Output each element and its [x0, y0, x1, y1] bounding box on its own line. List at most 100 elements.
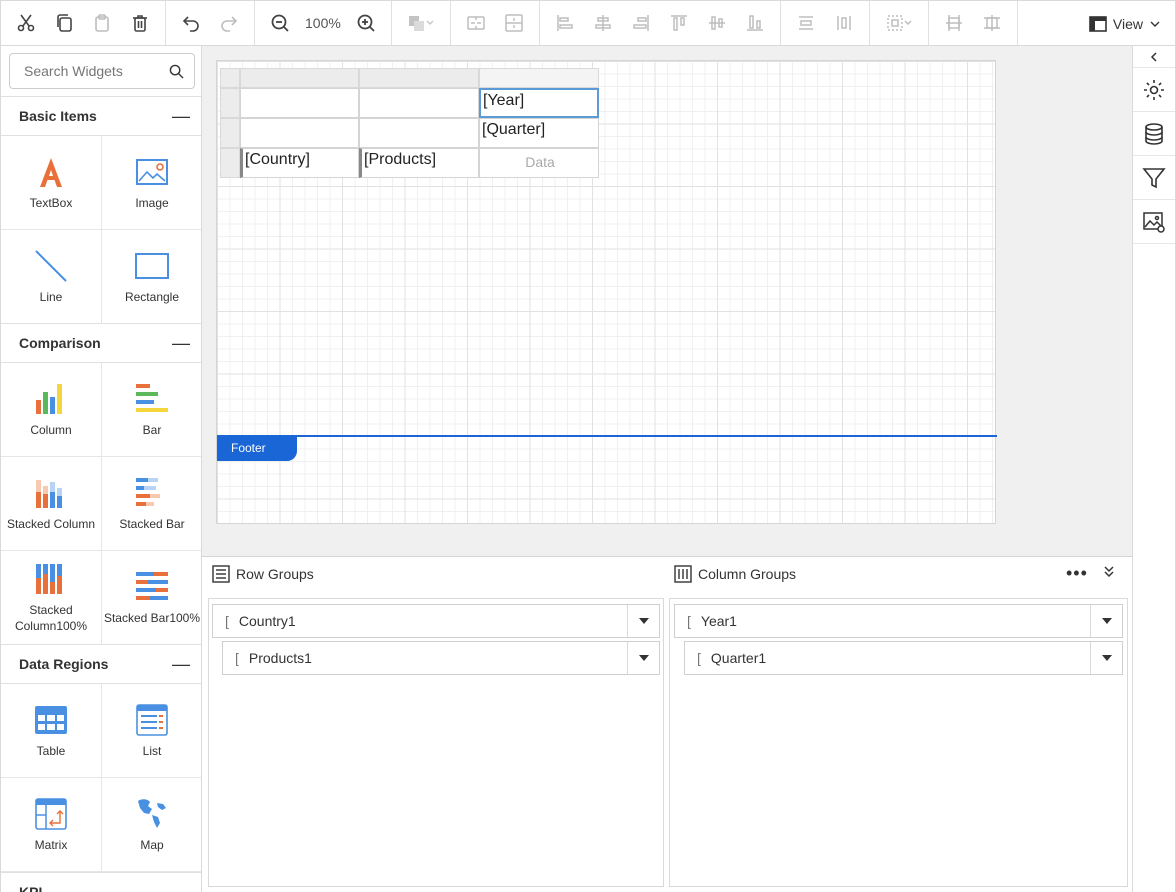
undo-icon — [182, 16, 199, 32]
redo-button[interactable] — [210, 1, 248, 45]
corner-cell[interactable] — [359, 88, 479, 118]
zoom-out-button[interactable] — [261, 1, 299, 45]
zoom-in-button[interactable] — [347, 1, 385, 45]
footer-divider[interactable] — [217, 435, 997, 437]
caret-down-icon — [638, 618, 649, 624]
delete-button[interactable] — [121, 1, 159, 45]
group-dropdown-button[interactable] — [1090, 642, 1122, 674]
corner-cell[interactable] — [359, 118, 479, 148]
center-vertical-button[interactable] — [973, 1, 1011, 45]
undo-button[interactable] — [172, 1, 210, 45]
row-group-handle[interactable] — [220, 148, 240, 178]
corner-cell[interactable] — [240, 118, 359, 148]
zoom-level[interactable]: 100% — [299, 15, 347, 31]
filter-button[interactable] — [1133, 156, 1175, 200]
widget-stacked-column[interactable]: Stacked Column — [1, 457, 102, 551]
widget-column[interactable]: Column — [1, 363, 102, 457]
matrix-corner-handle[interactable] — [220, 68, 240, 88]
year-cell[interactable]: [Year] — [479, 88, 599, 118]
collapse-icon[interactable]: — — [172, 333, 190, 354]
column-handle[interactable] — [359, 68, 479, 88]
group-dropdown-button[interactable] — [627, 605, 659, 637]
search-icon[interactable] — [169, 64, 184, 79]
align-center-button[interactable] — [584, 1, 622, 45]
image-manager-button[interactable] — [1133, 200, 1175, 244]
merge-icon — [467, 16, 485, 30]
widget-stacked-column100[interactable]: Stacked Column100% — [1, 551, 102, 645]
group-dropdown-button[interactable] — [1090, 605, 1122, 637]
column-group-item[interactable]: [ Year1 — [674, 604, 1123, 638]
fill-color-button[interactable] — [398, 1, 444, 45]
row-handle[interactable] — [220, 118, 240, 148]
split-button[interactable] — [495, 1, 533, 45]
redo-icon — [221, 16, 238, 32]
comparison-grid: Column Bar Stacked Column Stacked Bar St… — [1, 363, 201, 645]
widget-stacked-bar[interactable]: Stacked Bar — [102, 457, 201, 551]
corner-cell[interactable] — [240, 88, 359, 118]
country-cell[interactable]: [Country] — [240, 148, 359, 178]
section-comparison[interactable]: Comparison — — [1, 323, 201, 363]
map-icon — [138, 798, 166, 828]
paste-icon — [95, 14, 109, 32]
align-left-button[interactable] — [546, 1, 584, 45]
widget-table[interactable]: Table — [1, 684, 102, 778]
search-input[interactable] — [24, 63, 154, 79]
sizing-button[interactable] — [876, 1, 922, 45]
widget-label: Stacked Bar — [119, 516, 185, 531]
column-handle[interactable] — [240, 68, 359, 88]
group-bracket-icon: [ — [697, 650, 701, 666]
widget-matrix[interactable]: Matrix — [1, 778, 102, 872]
matrix-icon — [35, 797, 67, 830]
widget-textbox[interactable]: TextBox — [1, 136, 102, 230]
row-group-item[interactable]: [ Products1 — [222, 641, 660, 675]
design-area: [Year] [Quarter] [Country] [Products] Da… — [202, 46, 1132, 556]
data-cell[interactable]: Data — [479, 148, 599, 178]
data-source-button[interactable] — [1133, 112, 1175, 156]
row-group-item[interactable]: [ Country1 — [212, 604, 660, 638]
distribute-horizontal-button[interactable] — [787, 1, 825, 45]
report-canvas[interactable]: [Year] [Quarter] [Country] [Products] Da… — [216, 60, 997, 524]
group-name: Country1 — [238, 613, 296, 629]
row-handle[interactable] — [220, 88, 240, 118]
cut-button[interactable] — [7, 1, 45, 45]
products-cell[interactable]: [Products] — [359, 148, 479, 178]
group-name: Products1 — [248, 650, 312, 666]
merge-button[interactable] — [457, 1, 495, 45]
center-horizontal-button[interactable] — [935, 1, 973, 45]
collapse-panel-button[interactable] — [1133, 46, 1175, 68]
column-groups-list: [ Year1 [ Quarter1 — [669, 598, 1128, 887]
align-top-button[interactable] — [660, 1, 698, 45]
widget-line[interactable]: Line — [1, 230, 102, 324]
widget-label: List — [142, 743, 162, 758]
copy-button[interactable] — [45, 1, 83, 45]
paste-button[interactable] — [83, 1, 121, 45]
widget-label: Stacked Column100% — [14, 602, 88, 633]
footer-label[interactable]: Footer — [217, 437, 297, 461]
collapse-icon[interactable]: — — [172, 106, 190, 127]
more-options-button[interactable]: ••• — [1066, 563, 1088, 584]
widget-bar[interactable]: Bar — [102, 363, 201, 457]
widget-rectangle[interactable]: Rectangle — [102, 230, 201, 324]
section-basic-items[interactable]: Basic Items — — [1, 96, 201, 136]
align-middle-button[interactable] — [698, 1, 736, 45]
align-right-button[interactable] — [622, 1, 660, 45]
group-dropdown-button[interactable] — [627, 642, 659, 674]
collapse-icon[interactable]: — — [172, 654, 190, 675]
row-groups-title: Row Groups — [236, 566, 314, 582]
column-group-handle[interactable] — [479, 68, 599, 88]
widget-image[interactable]: Image — [102, 136, 201, 230]
widget-stacked-bar100[interactable]: Stacked Bar100% — [102, 551, 201, 645]
caret-down-icon — [1101, 655, 1112, 661]
widget-list[interactable]: List — [102, 684, 201, 778]
section-data-regions[interactable]: Data Regions — — [1, 644, 201, 684]
view-button[interactable]: View — [1089, 1, 1161, 47]
properties-button[interactable] — [1133, 68, 1175, 112]
align-bottom-button[interactable] — [736, 1, 774, 45]
quarter-cell[interactable]: [Quarter] — [479, 118, 599, 148]
section-kpi[interactable]: KPI — [1, 872, 201, 892]
widget-map[interactable]: Map — [102, 778, 201, 872]
widget-label: Map — [140, 837, 164, 852]
column-group-item[interactable]: [ Quarter1 — [684, 641, 1123, 675]
double-chevron-down-icon[interactable] — [1102, 565, 1116, 579]
distribute-vertical-button[interactable] — [825, 1, 863, 45]
